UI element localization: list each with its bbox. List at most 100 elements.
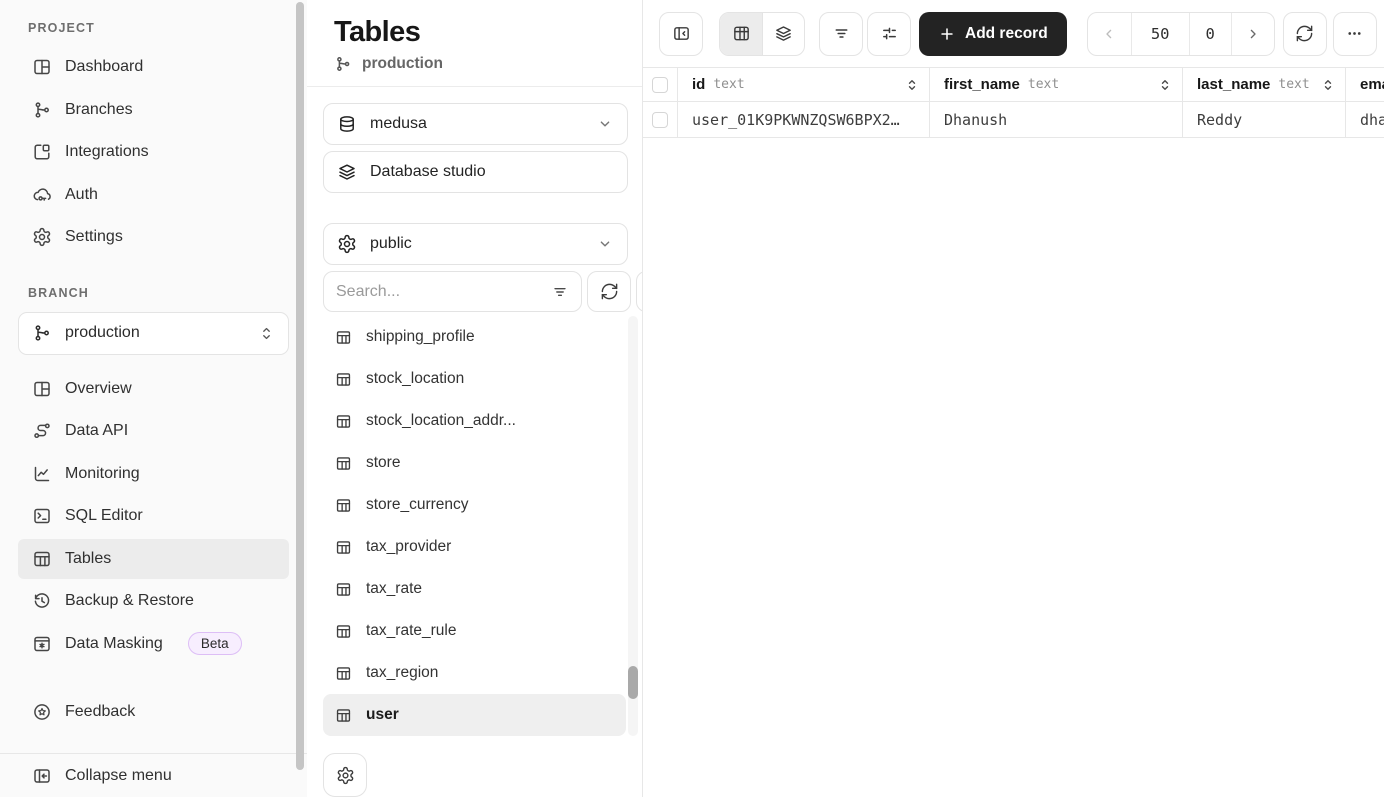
table-name: tax_rate_rule	[366, 622, 457, 639]
table-icon	[335, 371, 352, 388]
cell-email[interactable]: dha	[1346, 102, 1384, 137]
table-list-scrollbar-thumb[interactable]	[628, 666, 638, 699]
layers-icon	[337, 162, 357, 182]
database-studio-button[interactable]: Database studio	[323, 151, 628, 193]
column-header-last-name[interactable]: last_name text	[1183, 68, 1346, 101]
panel-settings-button[interactable]	[323, 753, 367, 797]
table-name: shipping_profile	[366, 328, 475, 345]
table-list-item[interactable]: tax_region	[323, 652, 626, 694]
column-type: text	[1027, 77, 1060, 92]
column-type: text	[713, 77, 745, 92]
page-title: Tables	[334, 16, 421, 48]
prev-page-button[interactable]	[1088, 13, 1131, 55]
schema-view-button[interactable]	[762, 12, 804, 55]
table-icon	[335, 581, 352, 598]
collapse-menu-label: Collapse menu	[65, 766, 172, 784]
column-header-first-name[interactable]: first_name text	[930, 68, 1183, 101]
route-icon	[32, 421, 52, 441]
row-checkbox[interactable]	[652, 111, 668, 128]
sidebar-item-branches[interactable]: Branches	[18, 90, 289, 130]
sidebar-item-label: Settings	[65, 228, 123, 245]
table-name: store_currency	[366, 496, 469, 513]
page-size-value[interactable]: 50	[1130, 12, 1189, 55]
chart-line-icon	[32, 464, 52, 484]
branches-icon	[32, 100, 52, 120]
cell-value: user_01K9PKWNZQSW6BPX2…	[692, 110, 900, 129]
table-icon	[335, 623, 352, 640]
refresh-tables-button[interactable]	[587, 271, 631, 312]
panel-collapse-icon	[32, 766, 52, 786]
table-list-item[interactable]: tax_provider	[323, 526, 626, 568]
table-name: user	[366, 706, 399, 723]
chevron-left-icon	[1106, 29, 1112, 38]
table-list-item[interactable]: shipping_profile	[323, 316, 626, 358]
next-page-button[interactable]	[1230, 12, 1274, 55]
sort-icon[interactable]	[1321, 78, 1335, 92]
sidebar-item-sql-editor[interactable]: SQL Editor	[18, 496, 289, 536]
table-list-item[interactable]: store_currency	[323, 484, 626, 526]
sort-icon[interactable]	[905, 78, 919, 92]
add-record-label: Add record	[965, 24, 1048, 42]
dashboard-icon	[32, 57, 52, 77]
sidebar-item-label: Overview	[65, 379, 132, 397]
sidebar: PROJECT Dashboard Branches Integrations …	[0, 0, 307, 797]
schema-selector[interactable]: public	[323, 223, 628, 265]
refresh-grid-button[interactable]	[1282, 11, 1327, 56]
add-table-button[interactable]	[636, 271, 642, 312]
select-all-checkbox[interactable]	[652, 76, 668, 93]
table-list-item[interactable]: stock_location_addr...	[323, 400, 626, 442]
sidebar-scrollbar[interactable]	[296, 2, 304, 770]
sidebar-item-label: Data API	[65, 422, 129, 439]
project-nav: Dashboard Branches Integrations Auth Set…	[0, 47, 307, 257]
cell-last-name[interactable]: Reddy	[1183, 102, 1346, 137]
sidebar-item-label: Branches	[65, 100, 133, 118]
cell-first-name[interactable]: Dhanush	[930, 102, 1183, 137]
table-list-scrollbar-track[interactable]	[628, 316, 638, 736]
filter-button[interactable]	[819, 11, 863, 56]
branch-selector-value: production	[65, 324, 140, 341]
sidebar-item-feedback[interactable]: Feedback	[18, 692, 289, 732]
sidebar-item-monitoring[interactable]: Monitoring	[18, 454, 289, 494]
table-list-item[interactable]: store	[323, 442, 626, 484]
column-name: first_name	[944, 76, 1020, 93]
database-studio-label: Database studio	[370, 163, 486, 180]
cell-value: dha	[1360, 110, 1384, 129]
terminal-icon	[32, 506, 52, 526]
plus-icon	[938, 25, 956, 43]
branch-selector[interactable]: production	[18, 311, 289, 355]
search-input[interactable]	[336, 282, 543, 301]
sort-icon[interactable]	[1158, 78, 1172, 92]
column-header-id[interactable]: id text	[678, 68, 930, 101]
table-view-button[interactable]	[720, 12, 762, 55]
sidebar-item-tables[interactable]: Tables	[18, 538, 289, 579]
column-header-email[interactable]: ema	[1346, 68, 1384, 101]
table-list-item[interactable]: stock_location	[323, 358, 626, 400]
page-offset-value[interactable]: 0	[1188, 12, 1231, 55]
branch-name: production	[362, 55, 443, 72]
sidebar-item-data-masking[interactable]: Data Masking Beta	[18, 624, 289, 664]
grid-header-row: id text first_name text last_name text e…	[643, 68, 1384, 102]
sidebar-item-overview[interactable]: Overview	[18, 369, 289, 409]
sidebar-item-backup-restore[interactable]: Backup & Restore	[18, 581, 289, 621]
tables-panel-controls: medusa Database studio public	[307, 87, 642, 312]
sort-settings-button[interactable]	[867, 11, 911, 56]
pagination: 50 0	[1086, 11, 1275, 56]
sidebar-item-data-api[interactable]: Data API	[18, 411, 289, 451]
sidebar-item-settings[interactable]: Settings	[18, 217, 289, 257]
more-options-button[interactable]	[1332, 11, 1377, 56]
table-row[interactable]: user_01K9PKWNZQSW6BPX2… Dhanush Reddy dh…	[643, 102, 1384, 138]
sidebar-item-dashboard[interactable]: Dashboard	[18, 47, 289, 87]
sidebar-item-integrations[interactable]: Integrations	[18, 132, 289, 172]
collapse-menu-button[interactable]: Collapse menu	[18, 756, 289, 796]
sidebar-item-auth[interactable]: Auth	[18, 175, 289, 215]
collapse-panel-button[interactable]	[659, 11, 703, 56]
cell-id[interactable]: user_01K9PKWNZQSW6BPX2…	[678, 102, 930, 137]
database-selector[interactable]: medusa	[323, 103, 628, 145]
sidebar-bottom-bar: Collapse menu	[0, 753, 307, 797]
table-list-item-selected[interactable]: user	[323, 694, 626, 736]
row-select-cell	[643, 102, 678, 137]
layers-icon	[776, 26, 791, 41]
table-list-item[interactable]: tax_rate	[323, 568, 626, 610]
add-record-button[interactable]: Add record	[919, 11, 1067, 56]
table-list-item[interactable]: tax_rate_rule	[323, 610, 626, 652]
